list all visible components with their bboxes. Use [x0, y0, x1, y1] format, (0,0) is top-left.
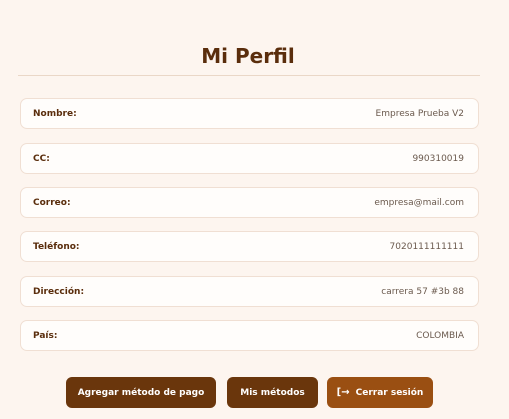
my-methods-label: Mis métodos	[240, 387, 305, 398]
field-label: País:	[33, 330, 58, 341]
add-payment-method-button[interactable]: Agregar método de pago	[66, 377, 216, 408]
field-label: Nombre:	[33, 108, 77, 119]
field-label: Correo:	[33, 197, 71, 208]
field-row-country: País: COLOMBIA	[20, 320, 479, 351]
field-row-address: Dirección: carrera 57 #3b 88	[20, 276, 479, 307]
field-row-phone: Teléfono: 7020111111111	[20, 231, 479, 262]
logout-button[interactable]: [→ Cerrar sesión	[327, 377, 433, 408]
field-value: 7020111111111	[389, 241, 464, 252]
title-divider	[18, 75, 480, 76]
logout-label: Cerrar sesión	[355, 387, 424, 398]
field-row-name: Nombre: Empresa Prueba V2	[20, 98, 479, 129]
field-label: Dirección:	[33, 286, 85, 297]
field-value: carrera 57 #3b 88	[381, 286, 464, 297]
add-payment-method-label: Agregar método de pago	[77, 387, 205, 398]
field-value: empresa@mail.com	[374, 197, 464, 208]
field-row-email: Correo: empresa@mail.com	[20, 187, 479, 218]
field-value: Empresa Prueba V2	[375, 108, 464, 119]
field-value: COLOMBIA	[416, 330, 464, 341]
field-row-cc: CC: 990310019	[20, 143, 479, 174]
field-value: 990310019	[412, 153, 464, 164]
my-methods-button[interactable]: Mis métodos	[227, 377, 318, 408]
logout-icon: [→	[336, 387, 350, 398]
page-title: Mi Perfil	[201, 44, 295, 68]
profile-card: Mi Perfil Nombre: Empresa Prueba V2 CC: …	[0, 0, 509, 419]
field-label: Teléfono:	[33, 241, 80, 252]
field-label: CC:	[33, 153, 50, 164]
